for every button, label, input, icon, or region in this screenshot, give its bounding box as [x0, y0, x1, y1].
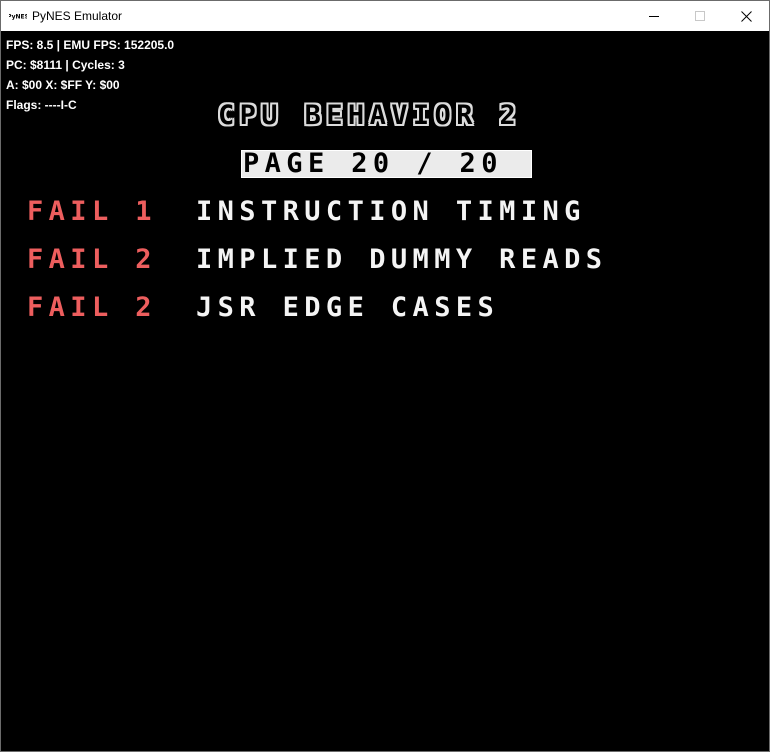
maximize-button[interactable]	[677, 1, 723, 31]
window-controls	[631, 1, 769, 31]
debug-overlay: FPS: 8.5 | EMU FPS: 152205.0 PC: $8111 |…	[6, 35, 174, 115]
minimize-icon	[649, 11, 659, 21]
maximize-icon	[695, 11, 705, 21]
emulator-window: PyNES PyNES Emulator FPS: 8.5 | EMU FPS:…	[0, 0, 770, 752]
pc-cycles-readout: PC: $8111 | Cycles: 3	[6, 58, 125, 72]
test-heading: CPU BEHAVIOR 2	[218, 100, 522, 131]
pynes-logo-icon: PyNES	[9, 11, 27, 21]
close-button[interactable]	[723, 1, 769, 31]
emulator-screen[interactable]: FPS: 8.5 | EMU FPS: 152205.0 PC: $8111 |…	[1, 31, 769, 751]
page-indicator: PAGE 20 / 20	[243, 148, 503, 179]
fps-readout: FPS: 8.5 | EMU FPS: 152205.0	[6, 38, 175, 52]
result-test-name: JSR EDGE CASES	[196, 292, 500, 323]
result-status: FAIL 1	[27, 196, 157, 227]
close-icon	[740, 10, 752, 22]
result-test-name: IMPLIED DUMMY READS	[196, 244, 608, 275]
title-bar[interactable]: PyNES PyNES Emulator	[1, 1, 769, 31]
registers-readout: A: $00 X: $FF Y: $00	[6, 78, 120, 92]
svg-text:PyNES: PyNES	[9, 14, 27, 21]
result-status: FAIL 2	[27, 292, 157, 323]
result-status: FAIL 2	[27, 244, 157, 275]
flags-readout: Flags: ----I-C	[6, 98, 77, 112]
minimize-button[interactable]	[631, 1, 677, 31]
window-title: PyNES Emulator	[32, 9, 123, 23]
result-test-name: INSTRUCTION TIMING	[196, 196, 586, 227]
